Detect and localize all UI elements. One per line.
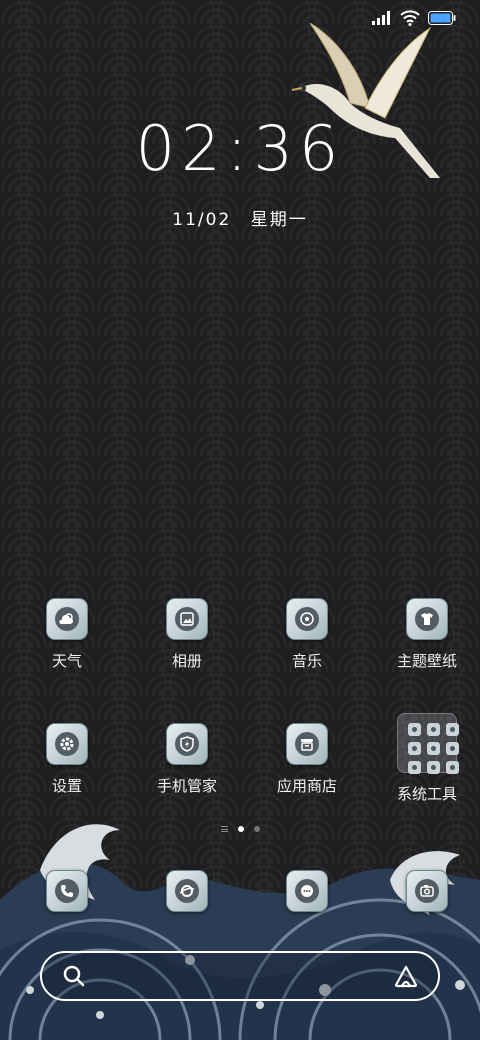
settings-icon xyxy=(46,723,88,765)
app-security[interactable]: 手机管家 xyxy=(134,723,240,804)
store-icon xyxy=(286,723,328,765)
dock-camera[interactable] xyxy=(374,870,480,912)
app-label: 音乐 xyxy=(291,652,322,670)
app-label: 相册 xyxy=(171,652,202,670)
search-bar[interactable] xyxy=(40,951,440,1001)
gallery-icon xyxy=(166,598,208,640)
status-bar xyxy=(372,10,456,26)
app-label: 应用商店 xyxy=(276,777,337,795)
camera-icon xyxy=(406,870,448,912)
app-label: 系统工具 xyxy=(396,785,457,803)
security-icon xyxy=(166,723,208,765)
app-row-2: 设置 手机管家 应用商店 系统工具 xyxy=(0,713,480,804)
date-line[interactable]: 11/02 星期一 xyxy=(0,205,480,230)
app-music[interactable]: 音乐 xyxy=(254,598,360,671)
app-settings[interactable]: 设置 xyxy=(14,723,120,804)
theme-icon xyxy=(406,598,448,640)
page-dot xyxy=(253,826,260,832)
dock xyxy=(0,870,480,912)
app-gallery[interactable]: 相册 xyxy=(134,598,240,671)
page-menu-icon xyxy=(220,826,228,832)
folder-icon xyxy=(397,713,459,774)
app-store[interactable]: 应用商店 xyxy=(254,723,360,804)
weather-icon xyxy=(46,598,88,640)
app-weather[interactable]: 天气 xyxy=(14,598,120,671)
dock-browser[interactable] xyxy=(134,870,240,912)
app-label: 手机管家 xyxy=(156,777,217,795)
messages-icon xyxy=(286,870,328,912)
app-label: 主题壁纸 xyxy=(396,652,457,670)
page-indicator[interactable] xyxy=(0,826,480,832)
weekday-text: 星期一 xyxy=(250,210,308,230)
page-dot-active xyxy=(237,826,244,832)
search-icon[interactable] xyxy=(62,964,86,988)
dock-phone[interactable] xyxy=(14,870,120,912)
browser-icon xyxy=(166,870,208,912)
assistant-icon[interactable] xyxy=(394,965,418,989)
wifi-icon xyxy=(400,10,420,26)
phone-icon xyxy=(46,870,88,912)
app-row-1: 天气 相册 音乐 主题壁纸 xyxy=(0,598,480,671)
app-theme[interactable]: 主题壁纸 xyxy=(374,598,480,671)
dock-messages[interactable] xyxy=(254,870,360,912)
music-icon xyxy=(286,598,328,640)
app-system-tools-folder[interactable]: 系统工具 xyxy=(374,713,480,804)
app-label: 天气 xyxy=(51,652,82,670)
lock-clock[interactable]: 02:36 xyxy=(0,112,480,185)
signal-icon xyxy=(372,11,390,25)
app-label: 设置 xyxy=(51,777,82,795)
date-text: 11/02 xyxy=(172,210,232,230)
battery-icon xyxy=(428,11,456,25)
